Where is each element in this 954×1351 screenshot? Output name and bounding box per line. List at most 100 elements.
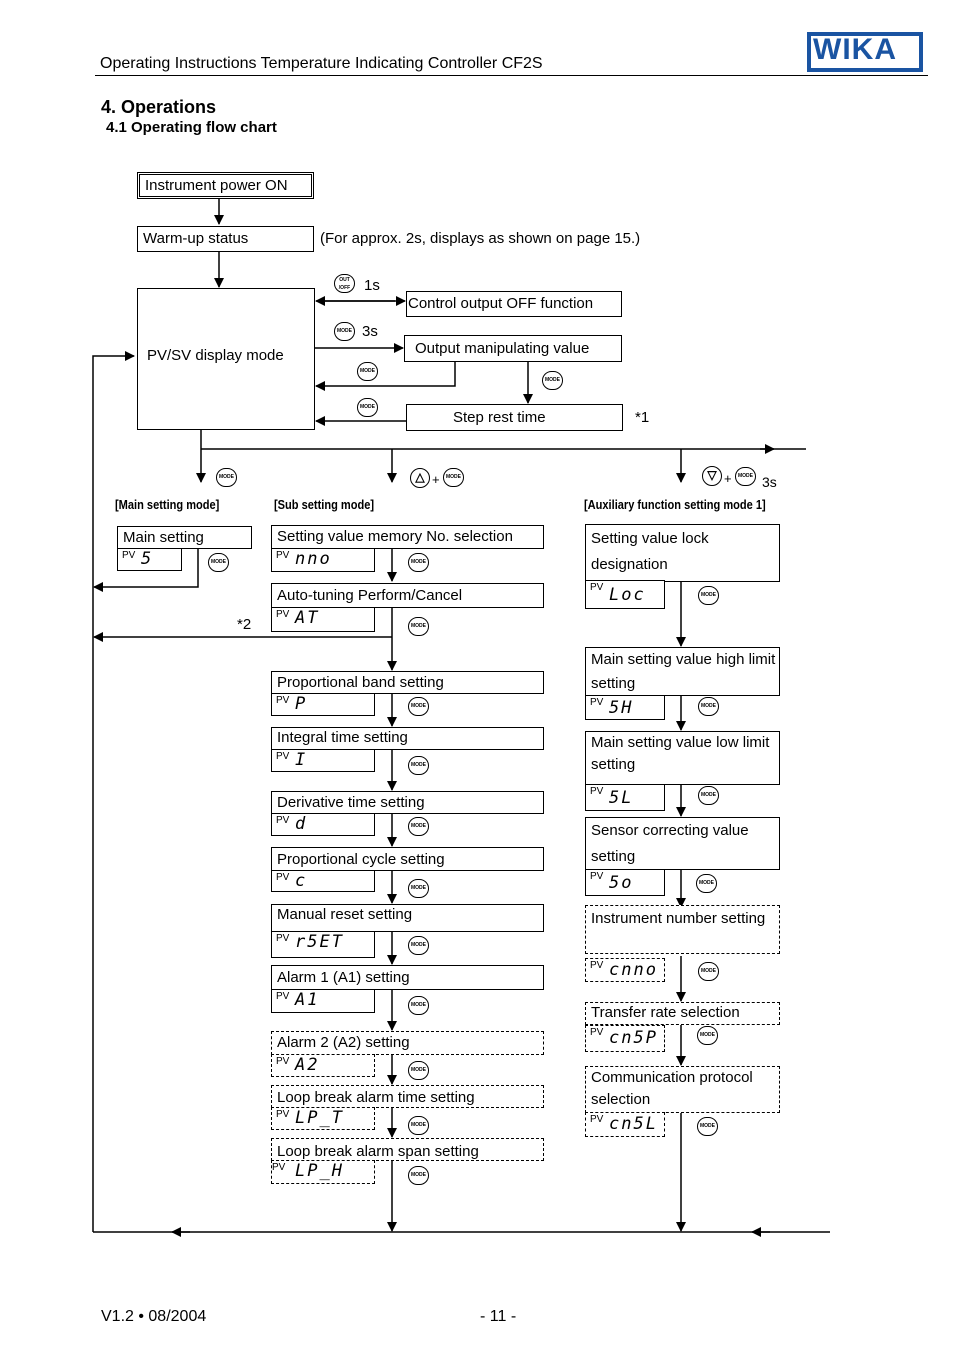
mode-key-icon: MODE [698, 786, 719, 805]
return-loop [92, 351, 135, 1232]
aux-item-box: Main setting value low limit setting [585, 731, 780, 785]
pv-code: AT [295, 608, 320, 628]
sub-item-box: Alarm 1 (A1) setting [271, 965, 544, 990]
pv-display: PV A1 [271, 989, 375, 1013]
mode-key-icon: MODE [334, 322, 355, 341]
plus-sign: + [724, 471, 732, 486]
sub-item-box: Proportional cycle setting [271, 847, 544, 871]
pv-display: PV d [271, 813, 375, 836]
mode-key-icon: MODE [408, 617, 429, 636]
pv-display: PV LP_H [271, 1160, 375, 1184]
warmup-box: Warm-up status [137, 226, 314, 252]
out-off-key-icon: OUT/OFF [334, 274, 355, 293]
pv-code: 5 [141, 549, 154, 569]
pv-label: PV [276, 991, 290, 1002]
sub-item-box: Integral time setting [271, 727, 544, 750]
mode-key-icon: MODE [408, 697, 429, 716]
pv-code: Loc [609, 585, 646, 605]
mode-key-icon: MODE [697, 1117, 718, 1136]
mode-key-icon: MODE [408, 817, 429, 836]
pv-label: PV [276, 1056, 290, 1067]
aux-item-label: Setting value lock designation [591, 530, 709, 573]
pv-code: 5L [609, 788, 634, 808]
warmup-label: Warm-up status [143, 230, 249, 247]
aux-item-box-optional: Transfer rate selection [585, 1002, 780, 1025]
outoff-time: 1s [364, 277, 380, 294]
pv-label: PV [276, 872, 290, 883]
pv-code: r5ET [295, 932, 344, 952]
mode-key-icon: MODE [208, 553, 229, 572]
mode-key-icon: MODE [408, 996, 429, 1015]
pv-display: PV Loc [585, 580, 665, 609]
pv-display: PV cn5L [585, 1112, 665, 1137]
pv-code: c [295, 871, 308, 891]
mode-key-icon: MODE [216, 468, 237, 487]
sub-item-box: Setting value memory No. selection [271, 525, 544, 549]
pv-label: PV [276, 815, 290, 826]
pv-code: A1 [295, 990, 320, 1010]
sub-item-box: Proportional band setting [271, 671, 544, 694]
sub-item-box: Derivative time setting [271, 791, 544, 814]
mode-key-icon: MODE [698, 962, 719, 981]
pv-display: PV 5o [585, 869, 665, 896]
pv-label: PV [590, 786, 604, 797]
sub-mode-title: [Sub setting mode] [274, 497, 375, 512]
pv-display: PV cnno [585, 958, 665, 982]
pv-display: PV 5 [117, 548, 182, 571]
sub-item-label: Setting value memory No. selection [277, 528, 513, 545]
mode-key-icon: MODE [408, 756, 429, 775]
pv-code: cn5P [609, 1028, 658, 1048]
up-key-icon: △ [410, 468, 430, 488]
pv-code: cn5L [609, 1114, 658, 1134]
power-on-box: Instrument power ON [137, 172, 314, 199]
mode-key-icon: MODE [735, 467, 756, 486]
pv-display: PV cn5P [585, 1025, 665, 1052]
mode-key-icon: MODE [698, 586, 719, 605]
sub-item-label: Loop break alarm span setting [277, 1143, 479, 1160]
aux-hold-time: 3s [762, 474, 777, 490]
mode-key-icon: MODE [408, 936, 429, 955]
pv-label: PV [590, 697, 604, 708]
note-1: *1 [635, 409, 650, 426]
pv-label: PV [276, 609, 290, 620]
aux-item-box: Main setting value high limit setting [585, 647, 780, 696]
mode-key-icon: MODE [443, 468, 464, 487]
down-key-icon: ▽ [702, 466, 722, 486]
arrow-manip-return [315, 362, 456, 391]
sub-item-label: Manual reset setting [277, 906, 413, 923]
sub-item-box: Manual reset setting [271, 904, 544, 932]
pv-display: PV nno [271, 548, 375, 572]
pv-label: PV [122, 550, 136, 561]
step-rest-box: Step rest time [406, 404, 623, 431]
mode-key-icon: MODE [696, 874, 717, 893]
aux-mode-title: [Auxiliary function setting mode 1] [584, 497, 766, 512]
main-mode-title: [Main setting mode] [115, 497, 220, 512]
pv-code: 5o [609, 873, 634, 893]
aux-item-label: Main setting value low limit setting [591, 734, 770, 773]
pv-label: PV [276, 933, 290, 944]
pv-display: PV A2 [271, 1054, 375, 1077]
aux-item-box: Sensor correcting value setting [585, 817, 780, 870]
mode-hold-time: 3s [362, 323, 378, 340]
pv-code: LP_H [295, 1161, 344, 1181]
aux-item-box-optional: Communication protocol selection [585, 1066, 780, 1113]
pv-code: P [295, 694, 308, 714]
pvsv-display-box: PV/SV display mode [137, 288, 315, 430]
pv-display: PV 5H [585, 695, 665, 720]
pv-code: nno [295, 549, 332, 569]
mode-key-icon: MODE [408, 1116, 429, 1135]
aux-item-label: Main setting value high limit setting [591, 651, 776, 692]
mode-key-icon: MODE [408, 879, 429, 898]
sub-item-box-optional: Loop break alarm span setting [271, 1138, 544, 1161]
pv-label: PV [590, 1027, 604, 1038]
pv-label: PV [590, 960, 604, 971]
pv-display: PV c [271, 870, 375, 892]
sub-item-box-optional: Alarm 2 (A2) setting [271, 1031, 544, 1055]
sub-item-box: Auto-tuning Perform/Cancel [271, 583, 544, 608]
plus-sign: + [432, 472, 440, 487]
pv-label: PV [272, 1162, 286, 1173]
pv-label: PV [276, 550, 290, 561]
main-setting-box: Main setting [117, 526, 252, 549]
power-on-label: Instrument power ON [145, 177, 288, 194]
output-manip-box: Output manipulating value [404, 335, 622, 362]
